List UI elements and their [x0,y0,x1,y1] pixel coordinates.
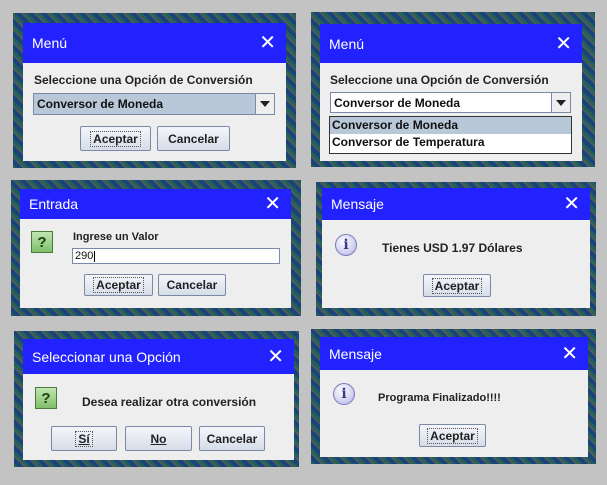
value-input[interactable]: 290 [72,248,280,264]
cancel-button[interactable]: Cancelar [158,274,226,296]
cancel-button[interactable]: Cancelar [199,426,265,451]
conversion-select[interactable]: Conversor de Moneda [33,93,275,115]
conversion-select[interactable]: Conversor de Moneda [330,92,571,113]
accept-button[interactable]: Aceptar [423,274,491,297]
dialog-title: Menú [329,35,365,52]
dialog-title: Mensaje [331,196,384,212]
chevron-down-icon[interactable] [551,93,570,112]
question-icon: ? [35,387,57,409]
question-icon: ? [31,231,53,253]
info-icon: i [335,234,357,256]
prompt-label: Seleccione una Opción de Conversión [330,73,549,87]
accept-button[interactable]: Aceptar [84,274,153,296]
dialog-title: Mensaje [329,345,382,362]
dialog-title: Entrada [29,196,79,212]
title-bar[interactable]: Seleccionar una Opción ✕ [23,339,294,374]
prompt-label: Seleccione una Opción de Conversión [34,73,253,87]
dialog-title: Seleccionar una Opción [32,348,181,365]
close-icon[interactable]: ✕ [259,33,276,53]
title-bar[interactable]: Menú ✕ [23,23,286,63]
list-item[interactable]: Conversor de Temperatura [330,134,571,151]
yes-button[interactable]: Sí [51,426,117,451]
title-bar[interactable]: Mensaje ✕ [322,188,590,220]
accept-button[interactable]: Aceptar [419,424,486,447]
info-icon: i [333,383,355,405]
selected-value: Conversor de Moneda [37,97,164,111]
message-text: Tienes USD 1.97 Dólares [382,241,523,255]
title-bar[interactable]: Entrada ✕ [20,189,291,219]
dialog-confirm: Seleccionar una Opción ✕ ? Desea realiza… [23,339,294,460]
selected-value: Conversor de Moneda [334,95,461,110]
dialog-input: Entrada ✕ ? Ingrese un Valor 290 Aceptar… [20,189,291,308]
accept-button[interactable]: Aceptar [80,126,151,151]
cancel-button[interactable]: Cancelar [157,126,230,151]
dialog-title: Menú [32,35,68,51]
close-icon[interactable]: ✕ [267,347,284,367]
title-bar[interactable]: Menú ✕ [320,24,582,63]
dialog-message: Mensaje ✕ i Tienes USD 1.97 Dólares Acep… [322,188,590,308]
chevron-down-icon[interactable] [255,94,274,114]
no-button[interactable]: No [125,426,192,451]
dialog-finished: Mensaje ✕ i Programa Finalizado!!!! Acep… [320,337,588,457]
dialog-menu: Menú ✕ Seleccione una Opción de Conversi… [23,23,286,161]
close-icon[interactable]: ✕ [561,344,578,364]
title-bar[interactable]: Mensaje ✕ [320,337,588,370]
close-icon[interactable]: ✕ [555,34,572,54]
close-icon[interactable]: ✕ [563,194,580,214]
dialog-menu-open: Menú ✕ Seleccione una Opción de Conversi… [320,24,582,161]
list-item[interactable]: Conversor de Moneda [330,117,571,134]
conversion-dropdown-list: Conversor de Moneda Conversor de Tempera… [329,116,572,154]
message-text: Desea realizar otra conversión [82,395,257,409]
close-icon[interactable]: ✕ [264,194,281,214]
prompt-label: Ingrese un Valor [73,231,159,243]
message-text: Programa Finalizado!!!! [378,392,501,404]
